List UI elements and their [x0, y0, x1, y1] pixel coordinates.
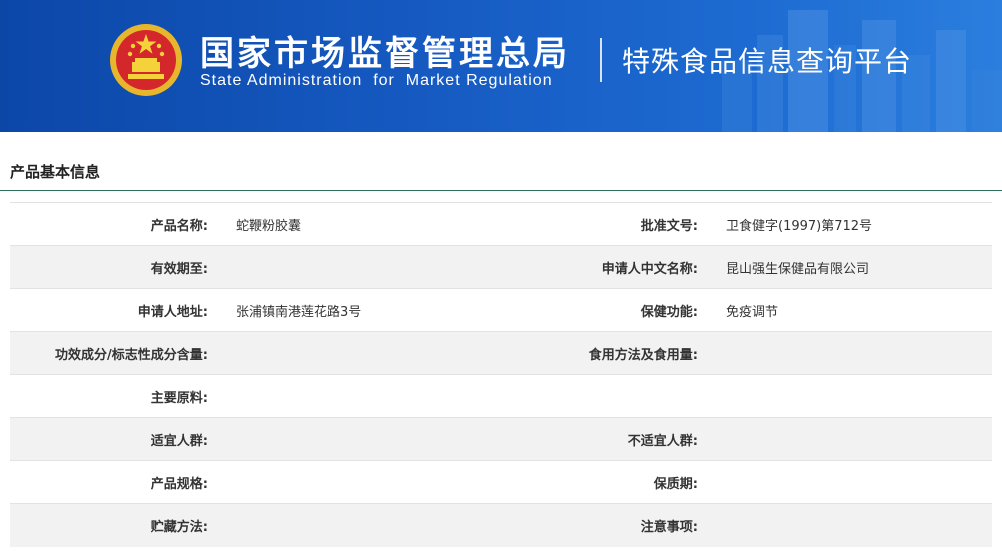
- spacer: [0, 132, 1002, 154]
- field-value: [222, 331, 500, 375]
- table-row: 贮藏方法: 注意事项:: [10, 503, 992, 547]
- field-label: [500, 374, 712, 418]
- field-label: 申请人中文名称:: [500, 245, 712, 289]
- field-value: 昆山强生保健品有限公司: [712, 245, 992, 289]
- field-value: 张浦镇南港莲花路3号: [222, 288, 500, 332]
- field-label: 食用方法及食用量:: [500, 331, 712, 375]
- org-name-cn: 国家市场监督管理总局: [200, 34, 570, 74]
- field-value: [222, 374, 500, 418]
- field-label: 功效成分/标志性成分含量:: [10, 331, 222, 375]
- field-value: [712, 374, 992, 418]
- field-label: 贮藏方法:: [10, 503, 222, 547]
- site-banner: 国家市场监督管理总局 State Administration for Mark…: [0, 0, 1002, 132]
- field-label: 保健功能:: [500, 288, 712, 332]
- field-value: 蛇鞭粉胶囊: [222, 202, 500, 246]
- product-info-panel: 产品基本信息 产品名称: 蛇鞭粉胶囊 批准文号: 卫食健字(1997)第712号…: [0, 154, 1002, 547]
- field-value: [222, 417, 500, 461]
- table-row: 功效成分/标志性成分含量: 食用方法及食用量:: [10, 331, 992, 375]
- table-row: 适宜人群: 不适宜人群:: [10, 417, 992, 461]
- field-value: 卫食健字(1997)第712号: [712, 202, 992, 246]
- field-value: [712, 460, 992, 504]
- field-value: [712, 331, 992, 375]
- table-row: 产品规格: 保质期:: [10, 460, 992, 504]
- table-row: 申请人地址: 张浦镇南港莲花路3号 保健功能: 免疫调节: [10, 288, 992, 332]
- field-value: [222, 503, 500, 547]
- table-row: 主要原料:: [10, 374, 992, 418]
- field-label: 注意事项:: [500, 503, 712, 547]
- national-emblem-icon: [110, 24, 182, 96]
- org-name-en: State Administration for Market Regulati…: [200, 72, 553, 89]
- platform-name: 特殊食品信息查询平台: [622, 45, 913, 78]
- table-row: 产品名称: 蛇鞭粉胶囊 批准文号: 卫食健字(1997)第712号: [10, 202, 992, 246]
- field-label: 主要原料:: [10, 374, 222, 418]
- product-info-table: 产品名称: 蛇鞭粉胶囊 批准文号: 卫食健字(1997)第712号 有效期至: …: [10, 202, 992, 547]
- field-value: [222, 245, 500, 289]
- header-divider: [600, 38, 602, 82]
- table-row: 有效期至: 申请人中文名称: 昆山强生保健品有限公司: [10, 245, 992, 289]
- field-value: [712, 417, 992, 461]
- field-value: 免疫调节: [712, 288, 992, 332]
- field-label: 产品名称:: [10, 202, 222, 246]
- field-label: 申请人地址:: [10, 288, 222, 332]
- field-label: 有效期至:: [10, 245, 222, 289]
- field-value: [222, 460, 500, 504]
- field-label: 适宜人群:: [10, 417, 222, 461]
- field-label: 不适宜人群:: [500, 417, 712, 461]
- field-label: 产品规格:: [10, 460, 222, 504]
- field-value: [712, 503, 992, 547]
- panel-title: 产品基本信息: [0, 154, 1002, 191]
- field-label: 保质期:: [500, 460, 712, 504]
- field-label: 批准文号:: [500, 202, 712, 246]
